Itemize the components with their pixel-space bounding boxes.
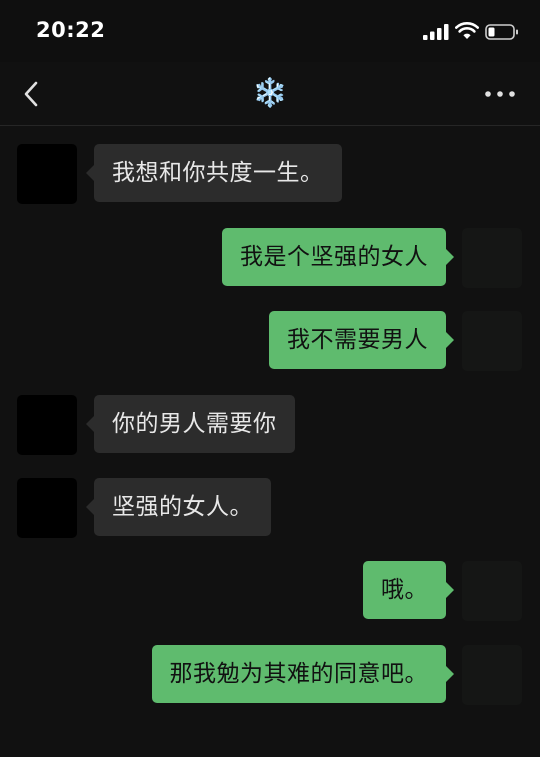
contact-avatar[interactable] [17,144,77,204]
battery-low-icon [485,24,518,40]
message-list[interactable]: 我想和你共度一生。 我是个坚强的女人 我不需要男人 你的男人需要你 坚强的女人。… [0,127,540,757]
message-row-incoming: 我想和你共度一生。 [0,144,540,204]
status-time: 20:22 [36,18,106,42]
self-avatar[interactable] [462,561,522,621]
status-bar: 20:22 [0,0,540,62]
message-row-incoming: 你的男人需要你 [0,395,540,455]
incoming-message-bubble[interactable]: 你的男人需要你 [86,395,295,453]
chat-header: ❄️ [0,62,540,126]
contact-avatar[interactable] [17,478,77,538]
message-row-outgoing: 我是个坚强的女人 [0,228,540,288]
more-options-icon[interactable] [480,84,520,104]
message-row-outgoing: 我不需要男人 [0,311,540,371]
self-avatar[interactable] [462,228,522,288]
outgoing-message-bubble[interactable]: 我是个坚强的女人 [222,228,454,286]
cellular-signal-icon [423,24,449,40]
chat-title-snowflake-icon: ❄️ [252,76,288,109]
incoming-message-bubble[interactable]: 我想和你共度一生。 [86,144,342,202]
outgoing-message-bubble[interactable]: 那我勉为其难的同意吧。 [151,645,454,703]
outgoing-message-bubble[interactable]: 我不需要男人 [269,311,454,369]
incoming-message-bubble[interactable]: 坚强的女人。 [86,478,271,536]
message-row-outgoing: 那我勉为其难的同意吧。 [0,645,540,705]
outgoing-message-bubble[interactable]: 哦。 [363,561,454,619]
message-row-outgoing: 哦。 [0,561,540,621]
wifi-icon [455,22,479,39]
message-row-incoming: 坚强的女人。 [0,478,540,538]
self-avatar[interactable] [462,645,522,705]
self-avatar[interactable] [462,311,522,371]
contact-avatar[interactable] [17,395,77,455]
